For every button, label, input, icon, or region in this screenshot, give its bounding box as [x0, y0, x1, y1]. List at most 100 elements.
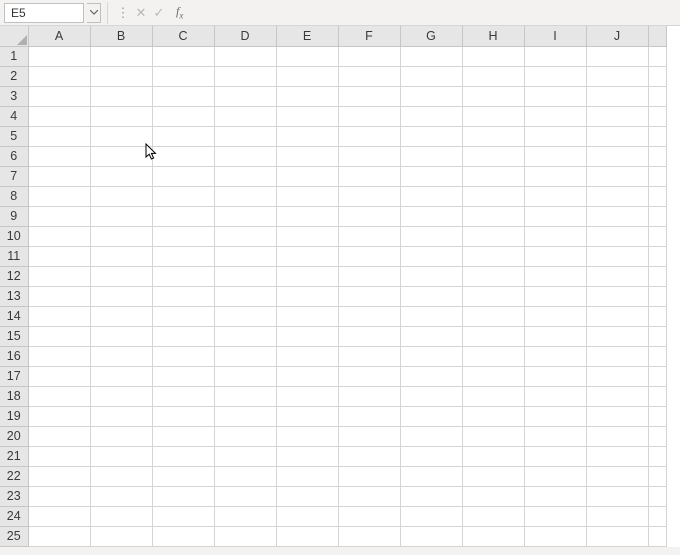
cell[interactable]	[586, 286, 648, 306]
cell[interactable]	[152, 206, 214, 226]
cell[interactable]	[338, 346, 400, 366]
cell[interactable]	[90, 126, 152, 146]
cell[interactable]	[400, 226, 462, 246]
cell[interactable]	[152, 346, 214, 366]
row-header[interactable]: 14	[0, 306, 28, 326]
row-header[interactable]: 6	[0, 146, 28, 166]
cell[interactable]	[586, 86, 648, 106]
row-header[interactable]: 4	[0, 106, 28, 126]
column-header[interactable]: G	[400, 26, 462, 46]
cell[interactable]	[400, 206, 462, 226]
cell[interactable]	[152, 446, 214, 466]
row-header[interactable]: 22	[0, 466, 28, 486]
cell[interactable]	[462, 346, 524, 366]
cell[interactable]	[338, 326, 400, 346]
cell[interactable]	[90, 306, 152, 326]
column-header[interactable]: D	[214, 26, 276, 46]
cell[interactable]	[214, 326, 276, 346]
row-header[interactable]: 8	[0, 186, 28, 206]
cell[interactable]	[28, 146, 90, 166]
cell[interactable]	[28, 306, 90, 326]
cell[interactable]	[586, 506, 648, 526]
cell[interactable]	[152, 366, 214, 386]
cell[interactable]	[214, 46, 276, 66]
cell[interactable]	[214, 186, 276, 206]
column-header[interactable]: B	[90, 26, 152, 46]
cell[interactable]	[338, 406, 400, 426]
cell[interactable]	[648, 226, 666, 246]
cell[interactable]	[462, 466, 524, 486]
cell[interactable]	[276, 386, 338, 406]
cell[interactable]	[214, 486, 276, 506]
cell[interactable]	[400, 186, 462, 206]
cell[interactable]	[152, 86, 214, 106]
cell[interactable]	[586, 186, 648, 206]
cell[interactable]	[338, 86, 400, 106]
cell[interactable]	[214, 506, 276, 526]
cell[interactable]	[152, 186, 214, 206]
row-header[interactable]: 25	[0, 526, 28, 546]
cell[interactable]	[90, 526, 152, 546]
cell[interactable]	[462, 486, 524, 506]
cell[interactable]	[586, 426, 648, 446]
name-box-dropdown[interactable]	[87, 3, 101, 23]
cell[interactable]	[214, 406, 276, 426]
cell[interactable]	[90, 386, 152, 406]
cell[interactable]	[152, 426, 214, 446]
cell[interactable]	[524, 346, 586, 366]
cell[interactable]	[214, 246, 276, 266]
cell[interactable]	[214, 86, 276, 106]
cell[interactable]	[152, 406, 214, 426]
enter-button[interactable]: ✓	[150, 3, 168, 23]
cell[interactable]	[462, 306, 524, 326]
cell[interactable]	[462, 326, 524, 346]
cell[interactable]	[648, 446, 666, 466]
cell[interactable]	[462, 426, 524, 446]
cell[interactable]	[152, 226, 214, 246]
cell[interactable]	[462, 386, 524, 406]
cell[interactable]	[338, 106, 400, 126]
column-header[interactable]: I	[524, 26, 586, 46]
cell[interactable]	[276, 126, 338, 146]
cell[interactable]	[28, 426, 90, 446]
cell[interactable]	[586, 466, 648, 486]
cell[interactable]	[338, 506, 400, 526]
cell[interactable]	[276, 426, 338, 446]
cell[interactable]	[276, 206, 338, 226]
cell[interactable]	[152, 306, 214, 326]
cell[interactable]	[338, 386, 400, 406]
cell[interactable]	[648, 146, 666, 166]
cell[interactable]	[28, 266, 90, 286]
cell[interactable]	[648, 266, 666, 286]
cell[interactable]	[586, 406, 648, 426]
cell[interactable]	[524, 406, 586, 426]
cell[interactable]	[214, 226, 276, 246]
cell[interactable]	[586, 66, 648, 86]
cell[interactable]	[28, 206, 90, 226]
cell[interactable]	[152, 506, 214, 526]
cell[interactable]	[90, 146, 152, 166]
cell[interactable]	[586, 166, 648, 186]
cell[interactable]	[648, 286, 666, 306]
cell[interactable]	[524, 106, 586, 126]
cell[interactable]	[524, 486, 586, 506]
cell[interactable]	[276, 46, 338, 66]
cell[interactable]	[152, 526, 214, 546]
cell[interactable]	[524, 286, 586, 306]
cell[interactable]	[586, 106, 648, 126]
cell[interactable]	[338, 486, 400, 506]
cell[interactable]	[462, 406, 524, 426]
row-header[interactable]: 9	[0, 206, 28, 226]
column-header[interactable]: C	[152, 26, 214, 46]
cell[interactable]	[524, 426, 586, 446]
cell[interactable]	[214, 146, 276, 166]
row-header[interactable]: 18	[0, 386, 28, 406]
cell[interactable]	[276, 146, 338, 166]
cell[interactable]	[276, 286, 338, 306]
cancel-button[interactable]: ✕	[132, 3, 150, 23]
cell[interactable]	[462, 506, 524, 526]
cell[interactable]	[276, 446, 338, 466]
cell[interactable]	[462, 286, 524, 306]
cell[interactable]	[28, 486, 90, 506]
cell[interactable]	[400, 406, 462, 426]
